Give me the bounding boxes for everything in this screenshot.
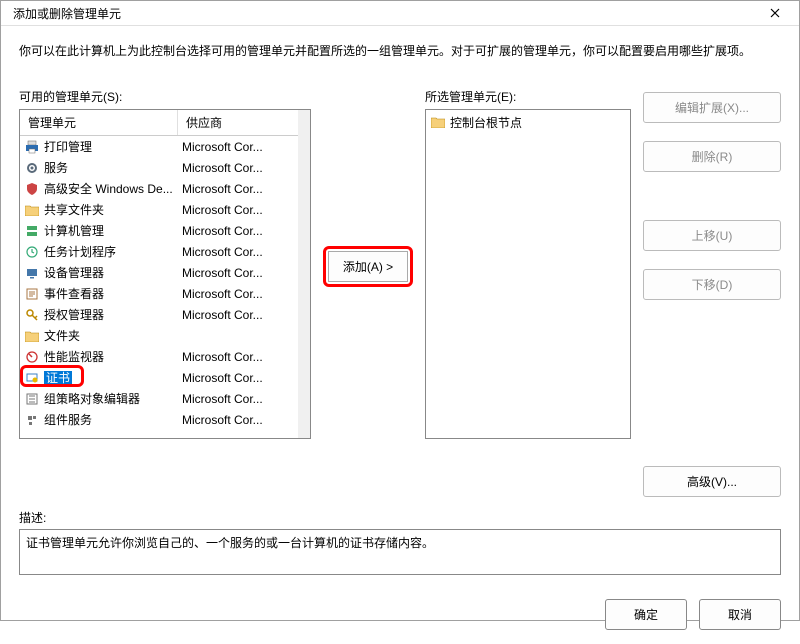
list-item-vendor: Microsoft Cor... bbox=[182, 371, 294, 385]
column-header-vendor[interactable]: 供应商 bbox=[178, 110, 298, 135]
list-item-name: 证书 bbox=[44, 369, 182, 386]
list-item[interactable]: 组件服务Microsoft Cor... bbox=[20, 409, 298, 430]
move-down-button: 下移(D) bbox=[643, 269, 781, 300]
list-item-name: 授权管理器 bbox=[44, 306, 182, 323]
selected-label: 所选管理单元(E): bbox=[425, 88, 631, 105]
perf-icon bbox=[24, 349, 40, 365]
list-item-name: 共享文件夹 bbox=[44, 201, 182, 218]
list-item[interactable]: 打印管理Microsoft Cor... bbox=[20, 136, 298, 157]
event-icon bbox=[24, 286, 40, 302]
middle-column: 添加(A) > bbox=[321, 88, 415, 287]
list-item-vendor: Microsoft Cor... bbox=[182, 203, 294, 217]
list-item[interactable]: 证书Microsoft Cor... bbox=[20, 367, 298, 388]
description-block: 描述: 证书管理单元允许你浏览自己的、一个服务的或一台计算机的证书存储内容。 bbox=[19, 509, 781, 575]
selected-root-item[interactable]: 控制台根节点 bbox=[428, 112, 628, 132]
selected-column: 所选管理单元(E): 控制台根节点 bbox=[425, 88, 631, 439]
available-column: 可用的管理单元(S): 管理单元 供应商 打印管理Microsoft Cor..… bbox=[19, 88, 311, 439]
list-item-vendor: Microsoft Cor... bbox=[182, 161, 294, 175]
folder-icon bbox=[430, 114, 446, 130]
highlight-marker-add: 添加(A) > bbox=[323, 246, 413, 287]
list-item-vendor: Microsoft Cor... bbox=[182, 350, 294, 364]
titlebar: 添加或删除管理单元 bbox=[1, 1, 799, 26]
right-button-column: 编辑扩展(X)... 删除(R) 上移(U) 下移(D) 高级(V)... bbox=[641, 88, 781, 497]
list-item-vendor: Microsoft Cor... bbox=[182, 413, 294, 427]
list-item[interactable]: 计算机管理Microsoft Cor... bbox=[20, 220, 298, 241]
device-icon bbox=[24, 265, 40, 281]
advanced-button[interactable]: 高级(V)... bbox=[643, 466, 781, 497]
available-label: 可用的管理单元(S): bbox=[19, 88, 311, 105]
printer-icon bbox=[24, 139, 40, 155]
description-box: 证书管理单元允许你浏览自己的、一个服务的或一台计算机的证书存储内容。 bbox=[19, 529, 781, 575]
window-title: 添加或删除管理单元 bbox=[13, 5, 121, 22]
move-up-button: 上移(U) bbox=[643, 220, 781, 251]
list-item-vendor: Microsoft Cor... bbox=[182, 182, 294, 196]
scrollbar[interactable] bbox=[298, 110, 310, 438]
add-button[interactable]: 添加(A) > bbox=[328, 251, 408, 282]
list-item-name: 计算机管理 bbox=[44, 222, 182, 239]
list-item-name: 事件查看器 bbox=[44, 285, 182, 302]
cert-icon bbox=[24, 370, 40, 386]
list-item[interactable]: 设备管理器Microsoft Cor... bbox=[20, 262, 298, 283]
ok-button[interactable]: 确定 bbox=[605, 599, 687, 630]
selected-listbox[interactable]: 控制台根节点 bbox=[425, 109, 631, 439]
list-item[interactable]: 任务计划程序Microsoft Cor... bbox=[20, 241, 298, 262]
list-item-vendor: Microsoft Cor... bbox=[182, 308, 294, 322]
dialog-window: 添加或删除管理单元 你可以在此计算机上为此控制台选择可用的管理单元并配置所选的一… bbox=[0, 0, 800, 621]
folder-share-icon bbox=[24, 202, 40, 218]
list-item-name: 高级安全 Windows De... bbox=[44, 180, 182, 197]
folder-icon bbox=[24, 328, 40, 344]
list-item[interactable]: 性能监视器Microsoft Cor... bbox=[20, 346, 298, 367]
remove-button: 删除(R) bbox=[643, 141, 781, 172]
list-item[interactable]: 文件夹 bbox=[20, 325, 298, 346]
shield-icon bbox=[24, 181, 40, 197]
list-item-name: 服务 bbox=[44, 159, 182, 176]
close-icon bbox=[770, 8, 780, 18]
description-label: 描述: bbox=[19, 509, 781, 526]
server-icon bbox=[24, 223, 40, 239]
list-item-vendor: Microsoft Cor... bbox=[182, 140, 294, 154]
gear-icon bbox=[24, 160, 40, 176]
list-item[interactable]: 授权管理器Microsoft Cor... bbox=[20, 304, 298, 325]
list-item[interactable]: 事件查看器Microsoft Cor... bbox=[20, 283, 298, 304]
main-row: 可用的管理单元(S): 管理单元 供应商 打印管理Microsoft Cor..… bbox=[19, 88, 781, 497]
clock-icon bbox=[24, 244, 40, 260]
cancel-button[interactable]: 取消 bbox=[699, 599, 781, 630]
gpo-icon bbox=[24, 391, 40, 407]
list-item-name: 任务计划程序 bbox=[44, 243, 182, 260]
list-header: 管理单元 供应商 bbox=[20, 110, 298, 136]
list-item-name: 组件服务 bbox=[44, 411, 182, 428]
list-item-vendor: Microsoft Cor... bbox=[182, 224, 294, 238]
dialog-footer: 确定 取消 bbox=[1, 587, 799, 644]
column-header-name[interactable]: 管理单元 bbox=[20, 110, 178, 135]
list-item[interactable]: 服务Microsoft Cor... bbox=[20, 157, 298, 178]
close-button[interactable] bbox=[759, 1, 791, 25]
instruction-text: 你可以在此计算机上为此控制台选择可用的管理单元并配置所选的一组管理单元。对于可扩… bbox=[19, 42, 781, 60]
available-listbox[interactable]: 管理单元 供应商 打印管理Microsoft Cor...服务Microsoft… bbox=[19, 109, 311, 439]
list-item-name: 性能监视器 bbox=[44, 348, 182, 365]
list-item-name: 设备管理器 bbox=[44, 264, 182, 281]
list-item[interactable]: 组策略对象编辑器Microsoft Cor... bbox=[20, 388, 298, 409]
edit-extensions-button: 编辑扩展(X)... bbox=[643, 92, 781, 123]
dialog-body: 你可以在此计算机上为此控制台选择可用的管理单元并配置所选的一组管理单元。对于可扩… bbox=[1, 26, 799, 587]
key-icon bbox=[24, 307, 40, 323]
selected-root-label: 控制台根节点 bbox=[450, 114, 522, 131]
component-icon bbox=[24, 412, 40, 428]
list-item-name: 文件夹 bbox=[44, 327, 182, 344]
available-list-body[interactable]: 打印管理Microsoft Cor...服务Microsoft Cor...高级… bbox=[20, 136, 298, 438]
list-item[interactable]: 高级安全 Windows De...Microsoft Cor... bbox=[20, 178, 298, 199]
list-item-name: 打印管理 bbox=[44, 138, 182, 155]
list-item-vendor: Microsoft Cor... bbox=[182, 266, 294, 280]
list-item-vendor: Microsoft Cor... bbox=[182, 245, 294, 259]
list-item-vendor: Microsoft Cor... bbox=[182, 287, 294, 301]
description-text: 证书管理单元允许你浏览自己的、一个服务的或一台计算机的证书存储内容。 bbox=[26, 536, 434, 550]
list-item[interactable]: 共享文件夹Microsoft Cor... bbox=[20, 199, 298, 220]
list-item-name: 组策略对象编辑器 bbox=[44, 390, 182, 407]
list-item-vendor: Microsoft Cor... bbox=[182, 392, 294, 406]
